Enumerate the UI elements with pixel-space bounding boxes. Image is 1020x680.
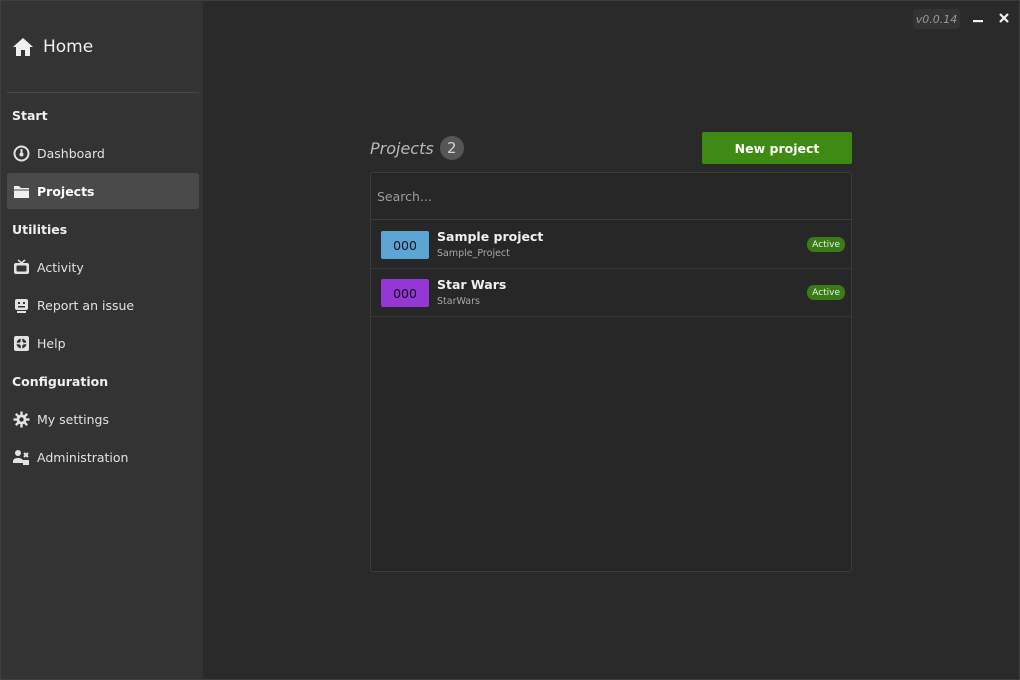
home-link[interactable]: Home [12, 35, 93, 59]
app-window: Home Start Dashboard Projects Utilities … [0, 0, 1020, 680]
sidebar-item-administration[interactable]: Administration [7, 439, 199, 475]
section-configuration: Configuration [12, 374, 109, 389]
sidebar-item-label: Activity [37, 259, 84, 275]
project-row[interactable]: 000 Sample project Sample_Project Active [371, 221, 851, 269]
project-key: StarWars [437, 296, 480, 307]
sidebar-item-my-settings[interactable]: My settings [7, 401, 199, 437]
tv-icon [12, 258, 30, 276]
sidebar-item-report-issue[interactable]: Report an issue [7, 287, 199, 323]
status-badge: Active [807, 237, 845, 252]
search-input[interactable] [371, 173, 851, 220]
home-icon [13, 38, 33, 56]
project-code-badge: 000 [381, 279, 429, 307]
status-badge: Active [807, 285, 845, 300]
gear-icon [12, 410, 30, 428]
sidebar-item-label: Dashboard [37, 145, 105, 161]
minimize-button[interactable] [969, 9, 987, 27]
project-key: Sample_Project [437, 248, 510, 259]
sidebar-item-label: Report an issue [37, 297, 135, 313]
version-badge: v0.0.14 [913, 9, 960, 29]
sidebar-item-label: Administration [37, 449, 129, 465]
sidebar-item-activity[interactable]: Activity [7, 249, 199, 285]
sidebar-item-label: Help [37, 335, 66, 351]
admin-tools-icon [12, 448, 30, 466]
close-icon [999, 13, 1009, 23]
project-row[interactable]: 000 Star Wars StarWars Active [371, 269, 851, 317]
section-start: Start [12, 108, 48, 123]
section-utilities: Utilities [12, 222, 68, 237]
robot-icon [12, 296, 30, 314]
minimize-icon [973, 20, 983, 23]
sidebar-item-label: Projects [37, 183, 95, 199]
close-button[interactable] [995, 9, 1013, 27]
project-name: Sample project [437, 229, 544, 244]
sidebar-item-help[interactable]: Help [7, 325, 199, 361]
folder-icon [12, 182, 30, 200]
project-code-badge: 000 [381, 231, 429, 259]
sidebar-divider [7, 92, 199, 93]
home-label: Home [43, 37, 94, 57]
sidebar-item-dashboard[interactable]: Dashboard [7, 135, 199, 171]
project-name: Star Wars [437, 277, 507, 292]
sidebar: Home Start Dashboard Projects Utilities … [1, 1, 203, 679]
dashboard-gauge-icon [12, 144, 30, 162]
new-project-button[interactable]: New project [702, 132, 852, 164]
sidebar-item-label: My settings [37, 411, 110, 427]
sidebar-item-projects[interactable]: Projects [7, 173, 199, 209]
project-count-badge: 2 [439, 136, 464, 160]
page-title-text: Projects [370, 138, 434, 158]
projects-panel: 000 Sample project Sample_Project Active… [370, 172, 852, 572]
page-title: Projects 2 [370, 135, 464, 161]
lifebuoy-icon [12, 334, 30, 352]
